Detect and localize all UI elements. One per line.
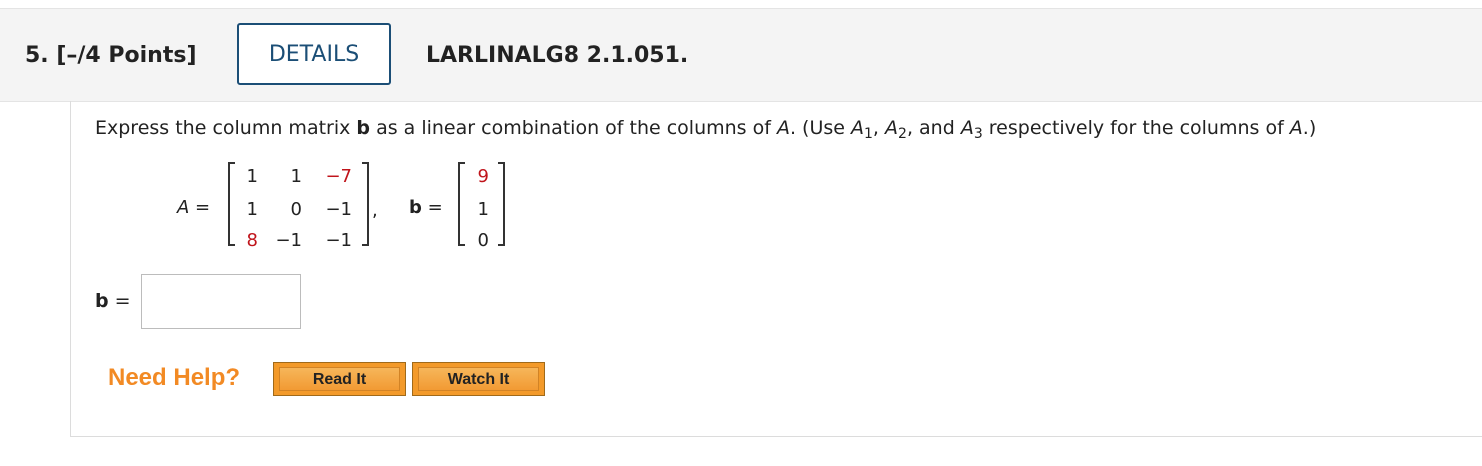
answer-label: b = [95,290,131,312]
matrix-a-label: A = [177,197,211,218]
matrix-a-cell: −7 [325,166,352,187]
prompt-text: . (Use [789,117,851,139]
prompt-text: .) [1302,117,1317,139]
watch-it-button[interactable]: Watch It [412,362,545,396]
watch-it-label: Watch It [418,367,539,391]
matrix-a-cell: 0 [290,199,302,220]
prompt-A-end: A [1289,117,1303,139]
prompt-sub-1: 1 [864,126,873,142]
prompt-A: A [776,117,790,139]
matrix-a-cell: −1 [325,230,352,251]
matrix-separator: , [372,200,378,221]
vector-b-label: b = [409,197,443,218]
answer-input[interactable] [141,274,301,329]
vector-b-right-bracket [498,162,505,246]
matrix-a-cell: −1 [275,230,302,251]
prompt-text: , [872,117,886,139]
answer-equals: = [114,290,131,312]
question-title: 5. [–/4 Points] [25,43,197,68]
prompt-text: as a linear combination of the columns o… [370,117,777,139]
vector-b-cell: 9 [477,166,489,187]
vector-b-cell: 0 [477,230,489,251]
question-number: 5. [25,43,49,68]
vector-b-equals: = [427,197,443,218]
matrix-a-cell: 8 [246,230,258,251]
prompt-A3: A [960,117,974,139]
prompt-text: , and [906,117,961,139]
matrix-a-cell: −1 [325,199,352,220]
vector-b-symbol: b [409,197,422,218]
prompt-A1: A [851,117,864,139]
prompt-sub-3: 3 [973,126,983,142]
matrix-a-cell: 1 [246,166,258,187]
vector-b-cell: 1 [477,199,489,220]
question-prompt: Express the column matrix b as a linear … [95,117,1316,142]
problem-code: LARLINALG8 2.1.051. [426,43,689,68]
prompt-text: respectively for the columns of [982,117,1290,139]
matrix-a-cell: 1 [246,199,258,220]
prompt-A2: A [885,117,899,139]
question-header: 5. [–/4 Points] DETAILS LARLINALG8 2.1.0… [0,8,1482,102]
prompt-text: Express the column matrix [95,117,357,139]
need-help-label: Need Help? [108,364,241,391]
answer-b-symbol: b [95,290,109,312]
prompt-b: b [356,117,371,139]
matrix-a-right-bracket [362,162,369,246]
prompt-sub-2: 2 [898,126,907,142]
matrix-a-cell: 1 [290,166,302,187]
read-it-label: Read It [279,367,400,391]
read-it-button[interactable]: Read It [273,362,406,396]
points-label: [–/4 Points] [56,43,197,68]
details-button[interactable]: DETAILS [237,23,391,85]
